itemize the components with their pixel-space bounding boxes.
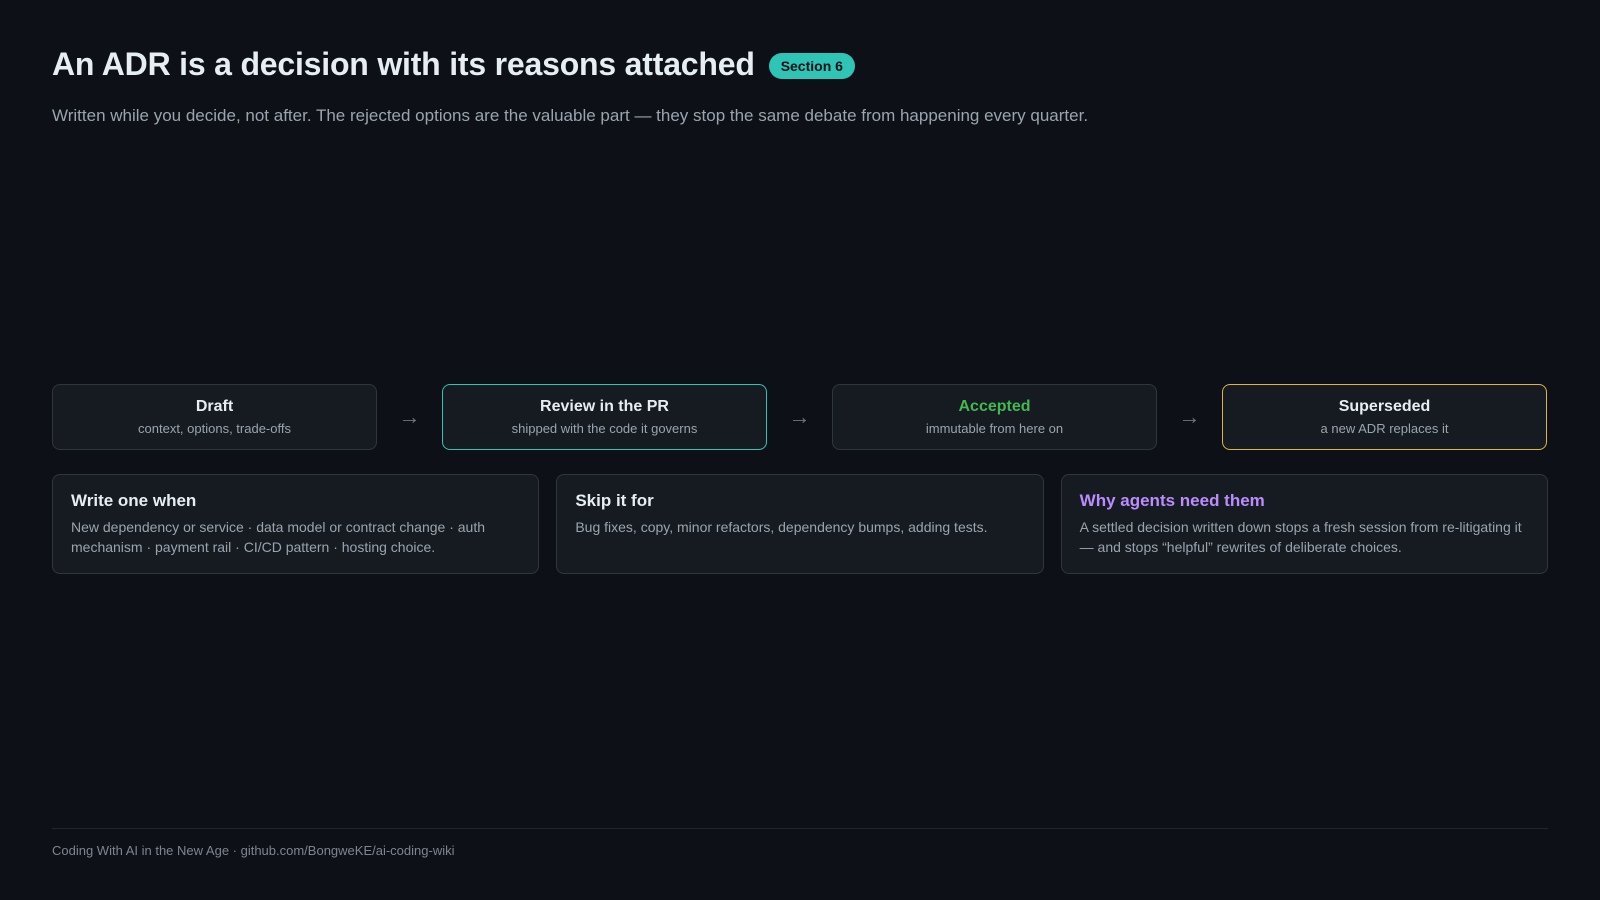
card-skip-it-for: Skip it for Bug fixes, copy, minor refac…	[556, 474, 1044, 574]
stage-subtitle: a new ADR replaces it	[1320, 421, 1449, 436]
stage-subtitle: shipped with the code it governs	[511, 421, 698, 436]
card-body: New dependency or service · data model o…	[71, 519, 486, 555]
stage-draft: Draft context, options, trade-offs	[52, 384, 377, 450]
footer: Coding With AI in the New Age · github.c…	[52, 828, 1548, 858]
arrow-right-icon: →	[398, 404, 421, 429]
page-title: An ADR is a decision with its reasons at…	[52, 46, 755, 82]
stage-accepted: Accepted immutable from here on	[832, 384, 1157, 450]
card-title: Write one when	[71, 491, 197, 510]
card-title: Skip it for	[575, 491, 654, 510]
card-title: Why agents need them	[1079, 491, 1265, 510]
stage-review: Review in the PR shipped with the code i…	[442, 384, 767, 450]
info-cards: Write one when New dependency or service…	[52, 474, 1548, 574]
stage-subtitle: immutable from here on	[925, 421, 1064, 436]
card-body: Bug fixes, copy, minor refactors, depend…	[575, 519, 988, 535]
stage-title: Draft	[195, 398, 234, 415]
card-body: A settled decision written down stops a …	[1079, 519, 1522, 555]
adr-lifecycle-flow: Draft context, options, trade-offs → Rev…	[52, 384, 1548, 450]
page-subtitle: Written while you decide, not after. The…	[52, 106, 1089, 125]
section-badge: Section 6	[768, 53, 855, 79]
stage-title: Accepted	[958, 398, 1031, 415]
arrow-right-icon: →	[788, 404, 811, 429]
stage-superseded: Superseded a new ADR replaces it	[1222, 384, 1547, 450]
stage-title: Superseded	[1338, 398, 1431, 415]
card-write-one-when: Write one when New dependency or service…	[52, 474, 540, 574]
title-row: An ADR is a decision with its reasons at…	[52, 44, 1548, 84]
footer-text: Coding With AI in the New Age · github.c…	[52, 843, 455, 858]
stage-subtitle: context, options, trade-offs	[138, 421, 291, 436]
arrow-right-icon: →	[1178, 404, 1201, 429]
slide: An ADR is a decision with its reasons at…	[0, 0, 1600, 900]
stage-title: Review in the PR	[540, 398, 669, 415]
header: An ADR is a decision with its reasons at…	[52, 44, 1548, 128]
card-why-agents: Why agents need them A settled decision …	[1060, 474, 1548, 574]
